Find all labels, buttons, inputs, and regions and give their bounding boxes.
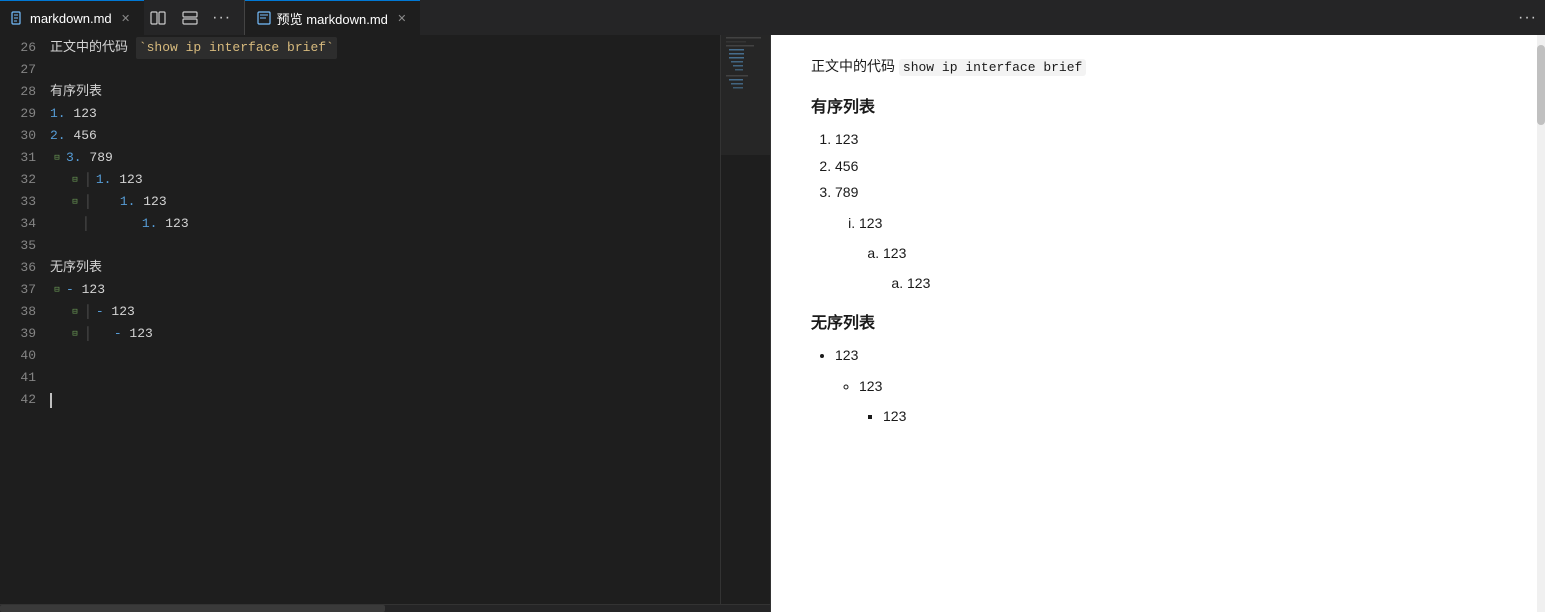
list-item: 456	[835, 155, 1505, 177]
preview-inline-text: 正文中的代码 show ip interface brief	[811, 55, 1505, 79]
line-num-37: 37	[0, 279, 36, 301]
code-line-42	[50, 389, 770, 411]
code-line-34: │ 1. 123	[50, 213, 770, 235]
inline-code-26: `show ip interface brief`	[136, 37, 337, 59]
line-num-39: 39	[0, 323, 36, 345]
list-item: 123 123	[859, 375, 1505, 428]
code-line-38: ⊟ │ - 123	[50, 301, 770, 323]
preview-tab-bar: 预览 markdown.md ✕ ···	[244, 0, 1545, 35]
preview-ordered-list: 123 456 789 123 123 123	[835, 128, 1505, 294]
title-bar: markdown.md ✕ ··· 预览 markdown.md	[0, 0, 1545, 35]
collapse-33[interactable]: ⊟	[68, 195, 82, 209]
code-line-39: ⊟ │ - 123	[50, 323, 770, 345]
list-item: 123	[835, 128, 1505, 150]
code-line-41	[50, 367, 770, 389]
line-num-38: 38	[0, 301, 36, 323]
code-line-31: ⊟ 3. 789	[50, 147, 770, 169]
split-editor-button[interactable]	[144, 4, 172, 32]
line-num-31: 31	[0, 147, 36, 169]
editor-pane: 26 27 28 29 30 31 32 33 34 35 36 37 38 3…	[0, 35, 770, 612]
code-line-33: ⊟ │ 1. 123	[50, 191, 770, 213]
collapse-37[interactable]: ⊟	[50, 283, 64, 297]
line-num-42: 42	[0, 389, 36, 411]
collapse-39[interactable]: ⊟	[68, 327, 82, 341]
code-line-29: 1. 123	[50, 103, 770, 125]
nested-unordered-list-2: 123	[883, 405, 1505, 427]
preview-icon	[257, 11, 271, 25]
preview-inline-code: show ip interface brief	[899, 59, 1086, 76]
line-num-27: 27	[0, 59, 36, 81]
title-bar-actions: ···	[144, 4, 244, 32]
editor-scrollbar-thumb[interactable]	[0, 605, 385, 612]
line-num-33: 33	[0, 191, 36, 213]
code-line-28: 有序列表	[50, 81, 770, 103]
line-num-35: 35	[0, 235, 36, 257]
list-item: 789 123 123 123	[835, 181, 1505, 295]
code-area[interactable]: 正文中的代码 `show ip interface brief` 有序列表 1.…	[50, 35, 770, 604]
collapse-32[interactable]: ⊟	[68, 173, 82, 187]
nested-unordered-list-1: 123 123	[859, 375, 1505, 428]
editor-tab-markdown[interactable]: markdown.md ✕	[0, 0, 144, 35]
line-num-40: 40	[0, 345, 36, 367]
preview-tab-label: 预览 markdown.md	[277, 9, 388, 28]
nested-ordered-list-3: 123	[907, 272, 1505, 294]
code-line-37: ⊟ - 123	[50, 279, 770, 301]
main-content: 26 27 28 29 30 31 32 33 34 35 36 37 38 3…	[0, 35, 1545, 612]
code-line-40	[50, 345, 770, 367]
list-item: 123	[883, 405, 1505, 427]
nested-ordered-list-2: 123 123	[883, 242, 1505, 295]
line-num-34: 34	[0, 213, 36, 235]
file-icon	[10, 11, 24, 25]
preview-unordered-list: 123 123 123	[835, 344, 1505, 427]
nested-ordered-list-1: 123 123 123	[859, 212, 1505, 295]
preview-ordered-heading: 有序列表	[811, 95, 1505, 121]
line-num-32: 32	[0, 169, 36, 191]
preview-tab[interactable]: 预览 markdown.md ✕	[245, 0, 420, 35]
editor-tab-close[interactable]: ✕	[118, 10, 134, 26]
editor-content[interactable]: 26 27 28 29 30 31 32 33 34 35 36 37 38 3…	[0, 35, 770, 604]
code-line-27	[50, 59, 770, 81]
code-line-36: 无序列表	[50, 257, 770, 279]
list-item: 123 123 123	[835, 344, 1505, 427]
line-num-28: 28	[0, 81, 36, 103]
list-item: 123	[907, 272, 1505, 294]
minimap	[720, 35, 770, 604]
preview-more-button[interactable]: ···	[1510, 9, 1545, 27]
code-line-26: 正文中的代码 `show ip interface brief`	[50, 37, 770, 59]
line-num-36: 36	[0, 257, 36, 279]
line-num-30: 30	[0, 125, 36, 147]
preview-unordered-heading: 无序列表	[811, 311, 1505, 337]
layout-button[interactable]	[176, 4, 204, 32]
more-actions-button[interactable]: ···	[208, 4, 236, 32]
collapse-31[interactable]: ⊟	[50, 151, 64, 165]
list-item: 123 123 123	[859, 212, 1505, 295]
editor-scrollbar[interactable]	[0, 604, 770, 612]
list-item: 123 123	[883, 242, 1505, 295]
code-line-32: ⊟ │ 1. 123	[50, 169, 770, 191]
code-line-30: 2. 456	[50, 125, 770, 147]
line-num-41: 41	[0, 367, 36, 389]
preview-pane[interactable]: 正文中的代码 show ip interface brief 有序列表 123 …	[770, 35, 1545, 612]
preview-tab-close[interactable]: ✕	[394, 10, 410, 26]
line-num-29: 29	[0, 103, 36, 125]
line-num-26: 26	[0, 37, 36, 59]
collapse-38[interactable]: ⊟	[68, 305, 82, 319]
editor-tab-group: markdown.md ✕	[0, 0, 144, 35]
editor-tab-label: markdown.md	[30, 11, 112, 26]
line-numbers: 26 27 28 29 30 31 32 33 34 35 36 37 38 3…	[0, 35, 50, 604]
right-panel: 正文中的代码 show ip interface brief 有序列表 123 …	[770, 35, 1545, 612]
code-line-35	[50, 235, 770, 257]
text-cursor	[50, 393, 52, 408]
